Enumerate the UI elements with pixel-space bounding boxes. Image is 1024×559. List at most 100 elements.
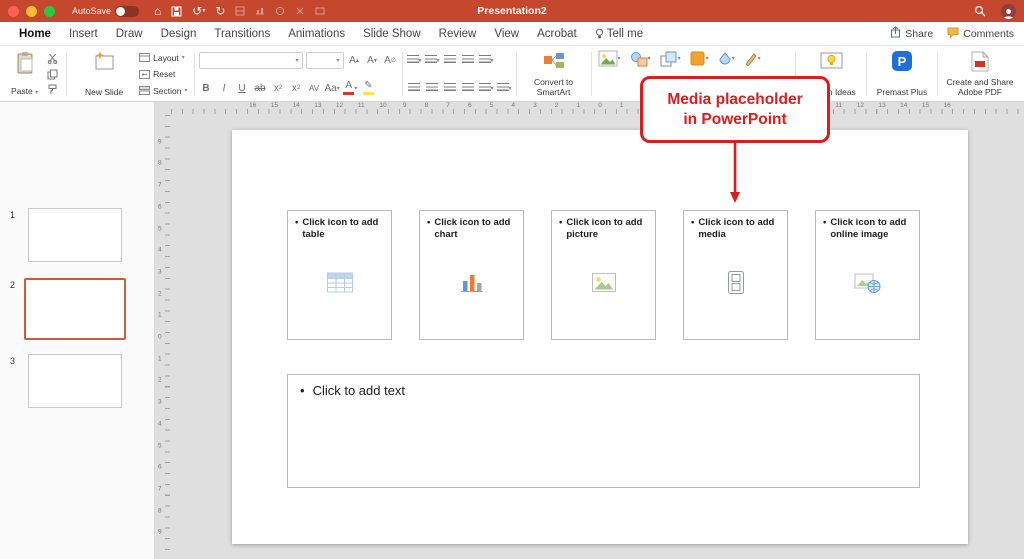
align-right-button[interactable] bbox=[443, 81, 458, 96]
bold-button[interactable]: B bbox=[199, 81, 214, 96]
tab-design[interactable]: Design bbox=[152, 28, 206, 40]
tab-slide-show[interactable]: Slide Show bbox=[354, 28, 430, 40]
annotation-line2: in PowerPoint bbox=[683, 110, 786, 129]
format-painter-button[interactable] bbox=[45, 82, 60, 97]
placeholder-online-image[interactable]: •Click icon to add online image bbox=[815, 210, 920, 340]
ruler-mark: 7 bbox=[158, 182, 162, 189]
underline-button[interactable]: U bbox=[235, 81, 250, 96]
close-button[interactable] bbox=[8, 6, 19, 17]
line-spacing-button[interactable]: ▾ bbox=[479, 53, 494, 68]
placeholder-table[interactable]: •Click icon to add table bbox=[287, 210, 392, 340]
zoom-button[interactable] bbox=[44, 6, 55, 17]
convert-smartart-button[interactable]: Convert to SmartArt bbox=[523, 49, 585, 99]
clear-formatting-button[interactable]: A∅ bbox=[383, 53, 398, 68]
placeholder-picture[interactable]: •Click icon to add picture bbox=[551, 210, 656, 340]
slide-thumb-box[interactable] bbox=[24, 278, 126, 340]
slide-canvas[interactable]: •Click icon to add table •Click icon to a… bbox=[232, 130, 968, 544]
decrease-font-size-button[interactable]: A▾ bbox=[365, 53, 380, 68]
media-icon[interactable] bbox=[727, 271, 744, 300]
slide-thumbnail-1[interactable]: 1 bbox=[0, 208, 154, 266]
highlight-button[interactable]: ✎ bbox=[361, 81, 376, 96]
tab-draw[interactable]: Draw bbox=[107, 28, 152, 40]
comments-button[interactable]: Comments bbox=[947, 27, 1014, 41]
justify-button[interactable] bbox=[461, 81, 476, 96]
arrange-button[interactable]: ▾ bbox=[660, 51, 681, 66]
slide-thumb-box[interactable] bbox=[28, 208, 122, 262]
cut-button[interactable] bbox=[45, 51, 60, 66]
copy-button[interactable] bbox=[45, 67, 60, 82]
change-case-button[interactable]: Aa▾ bbox=[325, 81, 340, 96]
minimize-button[interactable] bbox=[26, 6, 37, 17]
ruler-mark: 9 bbox=[158, 529, 162, 536]
shape-fill-button[interactable]: ▾ bbox=[718, 51, 735, 66]
tab-tell-me[interactable]: Tell me bbox=[586, 28, 652, 40]
columns-button[interactable]: ▾ bbox=[479, 81, 494, 96]
ruler-mark: 11 bbox=[358, 102, 365, 109]
slide-number: 2 bbox=[10, 280, 15, 290]
superscript-button[interactable]: x2 bbox=[289, 81, 304, 96]
share-button[interactable]: Share bbox=[890, 26, 933, 41]
clipboard-group: Paste ▾ bbox=[6, 49, 62, 99]
insert-picture-button[interactable]: ▾ bbox=[598, 51, 621, 66]
tab-review[interactable]: Review bbox=[430, 28, 486, 40]
slide-thumbnail-3[interactable]: 3 bbox=[0, 354, 154, 412]
tab-home[interactable]: Home bbox=[10, 28, 60, 40]
redo-icon[interactable]: ↻ bbox=[215, 5, 225, 17]
ruler-horizontal: 1615141312111098765432101234567891011121… bbox=[171, 102, 1024, 115]
font-name-select[interactable]: ▾ bbox=[199, 52, 303, 69]
ruler-mark: 15 bbox=[271, 102, 278, 109]
tab-acrobat[interactable]: Acrobat bbox=[528, 28, 586, 40]
placeholder-label: •Click icon to add table bbox=[288, 211, 391, 241]
picture-icon[interactable] bbox=[591, 273, 616, 298]
save-icon[interactable] bbox=[171, 6, 182, 17]
titlebar-tool-icon bbox=[315, 6, 325, 16]
align-left-button[interactable] bbox=[407, 81, 422, 96]
tab-animations[interactable]: Animations bbox=[279, 28, 354, 40]
section-button[interactable]: Section▾ bbox=[139, 84, 187, 97]
align-center-button[interactable] bbox=[425, 81, 440, 96]
undo-icon[interactable]: ↺▾ bbox=[192, 5, 205, 17]
italic-button[interactable]: I bbox=[217, 81, 232, 96]
ruler-mark: 12 bbox=[336, 102, 343, 109]
bullets-button[interactable]: ▾ bbox=[407, 53, 422, 68]
tab-view[interactable]: View bbox=[485, 28, 528, 40]
table-icon[interactable] bbox=[326, 272, 353, 298]
text-direction-button[interactable]: ▾ bbox=[497, 81, 512, 96]
font-size-select[interactable]: ▾ bbox=[306, 52, 344, 69]
font-color-button[interactable]: A▾ bbox=[343, 81, 358, 96]
increase-indent-button[interactable] bbox=[461, 53, 476, 68]
strikethrough-button[interactable]: ab bbox=[253, 81, 268, 96]
chart-icon[interactable] bbox=[460, 272, 484, 298]
character-spacing-button[interactable]: AV bbox=[307, 81, 322, 96]
decrease-indent-button[interactable] bbox=[443, 53, 458, 68]
online-image-icon[interactable] bbox=[854, 271, 882, 299]
search-icon[interactable] bbox=[974, 5, 986, 17]
slide-thumb-box[interactable] bbox=[28, 354, 122, 408]
tab-insert[interactable]: Insert bbox=[60, 28, 107, 40]
home-icon[interactable]: ⌂ bbox=[154, 5, 161, 17]
adobe-pdf-button[interactable]: Create and Share Adobe PDF bbox=[942, 49, 1018, 99]
insert-shape-button[interactable]: ▾ bbox=[630, 51, 651, 66]
paste-button[interactable]: Paste ▾ bbox=[8, 49, 41, 99]
tab-transitions[interactable]: Transitions bbox=[205, 28, 279, 40]
reset-button[interactable]: Reset bbox=[139, 68, 187, 81]
placeholder-media[interactable]: •Click icon to add media bbox=[683, 210, 788, 340]
subscript-button[interactable]: x2 bbox=[271, 81, 286, 96]
autosave-toggle[interactable] bbox=[115, 6, 139, 17]
account-avatar[interactable] bbox=[1001, 4, 1016, 19]
ruler-mark: 4 bbox=[511, 102, 515, 109]
ruler-mark: 15 bbox=[922, 102, 929, 109]
ruler-mark: 6 bbox=[158, 203, 162, 210]
shape-outline-button[interactable]: ▾ bbox=[744, 51, 761, 66]
placeholder-chart[interactable]: •Click icon to add chart bbox=[419, 210, 524, 340]
increase-font-size-button[interactable]: A▴ bbox=[347, 53, 362, 68]
new-slide-button[interactable]: New Slide bbox=[73, 49, 135, 99]
layout-button[interactable]: Layout▾ bbox=[139, 51, 187, 64]
numbering-button[interactable]: ▾ bbox=[425, 53, 440, 68]
slide-number: 3 bbox=[10, 356, 15, 366]
text-placeholder[interactable]: • Click to add text bbox=[287, 374, 920, 488]
premast-plus-button[interactable]: P Premast Plus bbox=[871, 49, 933, 99]
slide-thumbnail-2[interactable]: 2 bbox=[0, 278, 154, 344]
powerpoint-window: AutoSave ⌂ ↺▾ ↻ Presentation2 HomeInsert… bbox=[0, 0, 1024, 559]
quick-styles-button[interactable]: ▾ bbox=[690, 51, 709, 66]
